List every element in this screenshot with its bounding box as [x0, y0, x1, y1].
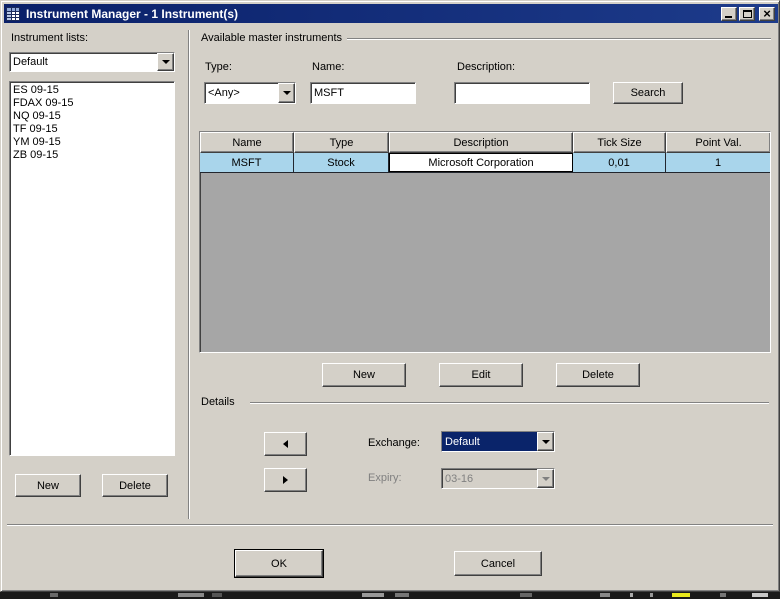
type-label: Type:	[205, 61, 232, 73]
background-window-fragment	[630, 593, 633, 597]
list-item[interactable]: NQ 09-15	[10, 110, 174, 123]
background-window-fragment	[362, 593, 384, 597]
exchange-label: Exchange:	[368, 437, 420, 449]
instrument-edit-button[interactable]: Edit	[439, 363, 523, 387]
list-item[interactable]: ES 09-15	[10, 84, 174, 97]
instrument-list-dropdown-button[interactable]	[157, 53, 174, 71]
expiry-label: Expiry:	[368, 472, 402, 484]
background-window-fragment	[212, 593, 222, 597]
move-left-button[interactable]	[264, 432, 307, 456]
master-instruments-section-label: Available master instruments	[201, 32, 343, 44]
chevron-down-icon	[541, 476, 550, 481]
list-item[interactable]: YM 09-15	[10, 136, 174, 149]
instrument-list-dropdown-value: Default	[13, 56, 48, 68]
maximize-icon	[742, 9, 752, 18]
background-window-fragment	[395, 593, 409, 597]
footer-rule	[7, 524, 773, 526]
column-header-name[interactable]: Name	[200, 132, 294, 153]
table-row[interactable]: MSFT Stock Microsoft Corporation 0,01 1	[200, 153, 770, 173]
details-section-rule	[250, 402, 769, 404]
column-header-tick-size[interactable]: Tick Size	[573, 132, 666, 153]
details-section-label: Details	[201, 396, 235, 408]
list-item[interactable]: ZB 09-15	[10, 149, 174, 162]
background-window-fragment	[752, 593, 768, 597]
list-item[interactable]: TF 09-15	[10, 123, 174, 136]
search-button[interactable]: Search	[613, 82, 683, 104]
master-instruments-section-rule	[347, 38, 771, 40]
cell-name[interactable]: MSFT	[200, 153, 294, 172]
cancel-button[interactable]: Cancel	[454, 551, 542, 576]
description-label: Description:	[457, 61, 516, 73]
instrument-lists-label: Instrument lists:	[11, 32, 89, 44]
minimize-icon	[725, 15, 732, 18]
type-dropdown[interactable]: <Any>	[204, 82, 296, 104]
chevron-down-icon	[541, 439, 550, 444]
list-new-button[interactable]: New	[15, 474, 81, 497]
chevron-down-icon	[161, 60, 170, 64]
chevron-down-icon	[282, 91, 291, 95]
arrow-left-icon	[283, 440, 288, 448]
app-icon	[6, 6, 20, 21]
cell-description[interactable]: Microsoft Corporation	[389, 153, 573, 172]
panel-separator	[188, 30, 190, 519]
screenshot-root: Instrument Manager - 1 Instrument(s) × I…	[0, 0, 780, 599]
name-label: Name:	[312, 61, 345, 73]
expiry-dropdown-button	[537, 469, 554, 488]
move-right-button[interactable]	[264, 468, 307, 492]
background-window-fragment	[600, 593, 610, 597]
type-dropdown-button[interactable]	[278, 83, 295, 103]
background-window-fragment	[672, 593, 690, 597]
instrument-listbox[interactable]: ES 09-15 FDAX 09-15 NQ 09-15 TF 09-15 YM…	[9, 81, 175, 456]
table-header-row: Name Type Description Tick Size Point Va…	[200, 132, 770, 153]
expiry-dropdown-value: 03-16	[445, 472, 474, 485]
instruments-table: Name Type Description Tick Size Point Va…	[199, 131, 771, 353]
expiry-dropdown: 03-16	[441, 468, 555, 489]
column-header-type[interactable]: Type	[294, 132, 389, 153]
window-title: Instrument Manager - 1 Instrument(s)	[26, 6, 239, 21]
close-icon: ×	[763, 5, 771, 21]
maximize-button[interactable]	[739, 6, 755, 21]
background-window-fragment	[178, 593, 204, 597]
ok-button[interactable]: OK	[235, 550, 323, 577]
background-window-fragment	[720, 593, 726, 597]
title-bar[interactable]: Instrument Manager - 1 Instrument(s) ×	[4, 4, 778, 23]
column-header-point-val[interactable]: Point Val.	[666, 132, 770, 153]
instrument-manager-window: Instrument Manager - 1 Instrument(s) × I…	[0, 0, 780, 592]
background-window-fragment	[650, 593, 653, 597]
instrument-new-button[interactable]: New	[322, 363, 406, 387]
list-item[interactable]: FDAX 09-15	[10, 97, 174, 110]
cell-type[interactable]: Stock	[294, 153, 389, 172]
cell-point-val[interactable]: 1	[666, 153, 770, 172]
list-delete-button[interactable]: Delete	[102, 474, 168, 497]
description-input[interactable]	[454, 82, 590, 104]
arrow-right-icon	[283, 476, 288, 484]
background-window-fragment	[50, 593, 58, 597]
type-dropdown-value: <Any>	[208, 87, 240, 99]
instrument-list-dropdown[interactable]: Default	[9, 52, 175, 72]
exchange-dropdown[interactable]: Default	[441, 431, 555, 452]
minimize-button[interactable]	[721, 6, 737, 21]
close-button[interactable]: ×	[759, 5, 775, 21]
instrument-delete-button[interactable]: Delete	[556, 363, 640, 387]
exchange-dropdown-value: Default	[442, 432, 537, 451]
name-input[interactable]	[310, 82, 416, 104]
column-header-description[interactable]: Description	[389, 132, 573, 153]
cell-tick-size[interactable]: 0,01	[573, 153, 666, 172]
background-window-fragment	[520, 593, 532, 597]
background-window-sliver	[0, 592, 780, 599]
exchange-dropdown-button[interactable]	[537, 432, 554, 451]
